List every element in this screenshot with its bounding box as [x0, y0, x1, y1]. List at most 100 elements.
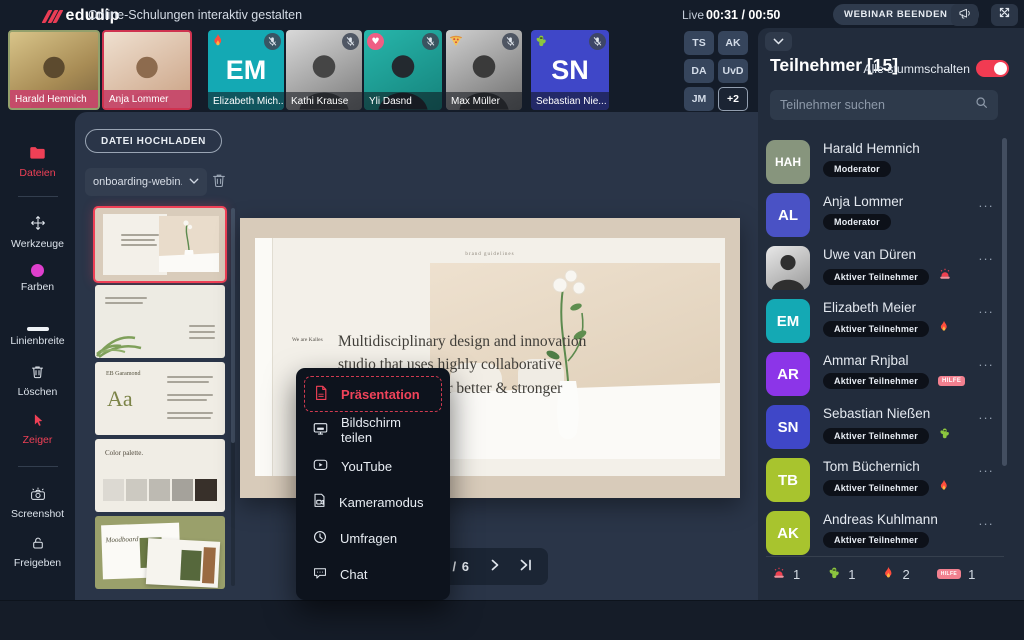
tile-name-label: Harald Hemnich: [10, 90, 98, 108]
sidebar-item-farben[interactable]: Farben: [0, 264, 75, 293]
collapse-panel-button[interactable]: [765, 32, 792, 51]
thumb-typography-title: EB Garamond: [106, 371, 141, 377]
video-tile[interactable]: Max Müller: [446, 30, 522, 110]
menu-item-praesentation[interactable]: Präsentation: [304, 376, 442, 412]
slide-thumbnail-1[interactable]: [95, 208, 225, 281]
thumbnail-scrollbar-thumb[interactable]: [231, 208, 235, 443]
participant-row[interactable]: EM Elizabeth Meier Aktiver Teilnehmer ..…: [766, 297, 1006, 347]
participant-name: Elizabeth Meier: [823, 300, 950, 315]
help-chip: HILFE: [937, 569, 961, 579]
participant-badge[interactable]: JM: [684, 87, 714, 111]
sidebar-item-linienbreite[interactable]: Linienbreite: [0, 322, 75, 347]
more-participants-badge[interactable]: +2: [718, 87, 748, 111]
role-badge: Aktiver Teilnehmer: [823, 269, 929, 285]
next-page-button[interactable]: [490, 558, 500, 576]
app-subtitle: Online-Schulungen interaktiv gestalten: [88, 8, 302, 22]
announce-button[interactable]: [951, 4, 978, 26]
menu-item-bildschirm-teilen[interactable]: Bildschirm teilen: [304, 412, 442, 448]
thumb-text-line: [167, 412, 213, 414]
menu-item-label: Präsentation: [341, 387, 420, 402]
folder-icon: [29, 145, 46, 163]
sidebar-item-freigeben[interactable]: Freigeben: [0, 536, 75, 569]
video-tile[interactable]: EM Elizabeth Mich...: [208, 30, 284, 110]
video-tile-moderator[interactable]: Harald Hemnich: [8, 30, 100, 110]
delete-file-button[interactable]: [211, 172, 227, 193]
participant-row[interactable]: Uwe van Düren Aktiver Teilnehmer ...: [766, 244, 1006, 294]
participant-row[interactable]: HAH Harald Hemnich Moderator: [766, 138, 1006, 188]
sidebar-item-screenshot[interactable]: Screenshot: [0, 487, 75, 520]
menu-item-chat[interactable]: Chat: [304, 556, 442, 592]
participant-menu-button[interactable]: ...: [979, 248, 994, 263]
slide-thumbnail-4[interactable]: Color palette.: [95, 439, 225, 512]
menu-item-youtube[interactable]: YouTube: [304, 448, 442, 484]
thumb-text-line: [167, 376, 213, 378]
slide-thumbnail-5[interactable]: Moodboard: [95, 516, 225, 589]
avatar: AR: [766, 352, 810, 396]
participant-name: Sebastian Nießen: [823, 406, 951, 421]
last-page-button[interactable]: [520, 558, 532, 576]
participant-name: Anja Lommer: [823, 194, 903, 209]
video-tile[interactable]: SN Sebastian Nie...: [531, 30, 609, 110]
video-tile[interactable]: Kathi Krause: [286, 30, 362, 110]
participant-badge[interactable]: TS: [684, 31, 714, 55]
thumb-photo: [159, 216, 219, 272]
reaction-count-cactus: 1: [827, 565, 855, 584]
participant-menu-button[interactable]: ...: [979, 460, 994, 475]
siren-emoji: [938, 267, 952, 286]
pizza-emoji: [449, 33, 463, 52]
search-input[interactable]: [780, 98, 975, 112]
move-arrows-icon: [30, 215, 46, 234]
sidebar-item-dateien[interactable]: Dateien: [0, 145, 75, 179]
panel-divider: [766, 556, 1004, 557]
participant-menu-button[interactable]: ...: [979, 301, 994, 316]
participant-badge[interactable]: AK: [718, 31, 748, 55]
slide-thumbnail-2[interactable]: [95, 285, 225, 358]
sidebar-item-werkzeuge[interactable]: Werkzeuge: [0, 215, 75, 250]
slide-page-spine: [255, 238, 273, 476]
mic-muted-icon: [342, 33, 359, 50]
thumb-text-line: [105, 302, 143, 304]
participant-badge[interactable]: UvD: [718, 59, 748, 83]
participant-menu-button[interactable]: ...: [979, 407, 994, 422]
live-label: Live: [682, 8, 704, 22]
avatar: EM: [766, 299, 810, 343]
tile-name-label: Yli Dasnd: [364, 92, 442, 110]
color-swatch: [126, 479, 147, 501]
sidebar-item-label: Löschen: [18, 386, 58, 398]
chevron-down-icon: [189, 176, 199, 188]
participant-name: Uwe van Düren: [823, 247, 952, 262]
trash-icon: [211, 175, 227, 192]
participant-row[interactable]: AK Andreas Kuhlmann Aktiver Teilnehmer .…: [766, 509, 1006, 559]
sidebar-item-zeiger[interactable]: Zeiger: [0, 413, 75, 446]
menu-item-label: Bildschirm teilen: [341, 415, 433, 445]
slide-thumbnail-3[interactable]: EB Garamond Aa: [95, 362, 225, 435]
screen-share-icon: [313, 422, 328, 438]
participants-scrollbar[interactable]: [1002, 138, 1007, 466]
video-tile-moderator[interactable]: Anja Lommer: [102, 30, 192, 110]
cactus-emoji: [827, 565, 841, 584]
fire-emoji: [938, 479, 950, 498]
participant-row[interactable]: SN Sebastian Nießen Aktiver Teilnehmer .…: [766, 403, 1006, 453]
participant-menu-button[interactable]: ...: [979, 195, 994, 210]
video-tile[interactable]: ♥ Yli Dasnd: [364, 30, 442, 110]
participant-menu-button[interactable]: ...: [979, 354, 994, 369]
fullscreen-button[interactable]: [991, 4, 1018, 26]
upload-file-button[interactable]: DATEI HOCHLADEN: [85, 129, 222, 153]
mic-muted-icon: [589, 33, 606, 50]
mute-all-toggle[interactable]: [976, 60, 1009, 77]
participant-row[interactable]: AL Anja Lommer Moderator ...: [766, 191, 1006, 241]
sidebar-item-loeschen[interactable]: Löschen: [0, 364, 75, 398]
menu-item-kameramodus[interactable]: Kameramodus: [304, 484, 442, 520]
participant-row[interactable]: TB Tom Büchernich Aktiver Teilnehmer ...: [766, 456, 1006, 506]
end-webinar-label: WEBINAR BEENDEN: [844, 9, 947, 20]
participant-menu-button[interactable]: ...: [979, 513, 994, 528]
youtube-icon: [313, 459, 328, 474]
file-select-dropdown[interactable]: onboarding-webin...: [85, 168, 207, 196]
participant-badge[interactable]: DA: [684, 59, 714, 83]
menu-item-umfragen[interactable]: Umfragen: [304, 520, 442, 556]
lock-icon: [31, 536, 45, 553]
participant-row[interactable]: AR Ammar Rnjbal Aktiver Teilnehmer HILFE…: [766, 350, 1006, 400]
role-badge: Moderator: [823, 214, 891, 230]
cactus-emoji: [534, 33, 548, 54]
role-badge: Aktiver Teilnehmer: [823, 480, 929, 496]
